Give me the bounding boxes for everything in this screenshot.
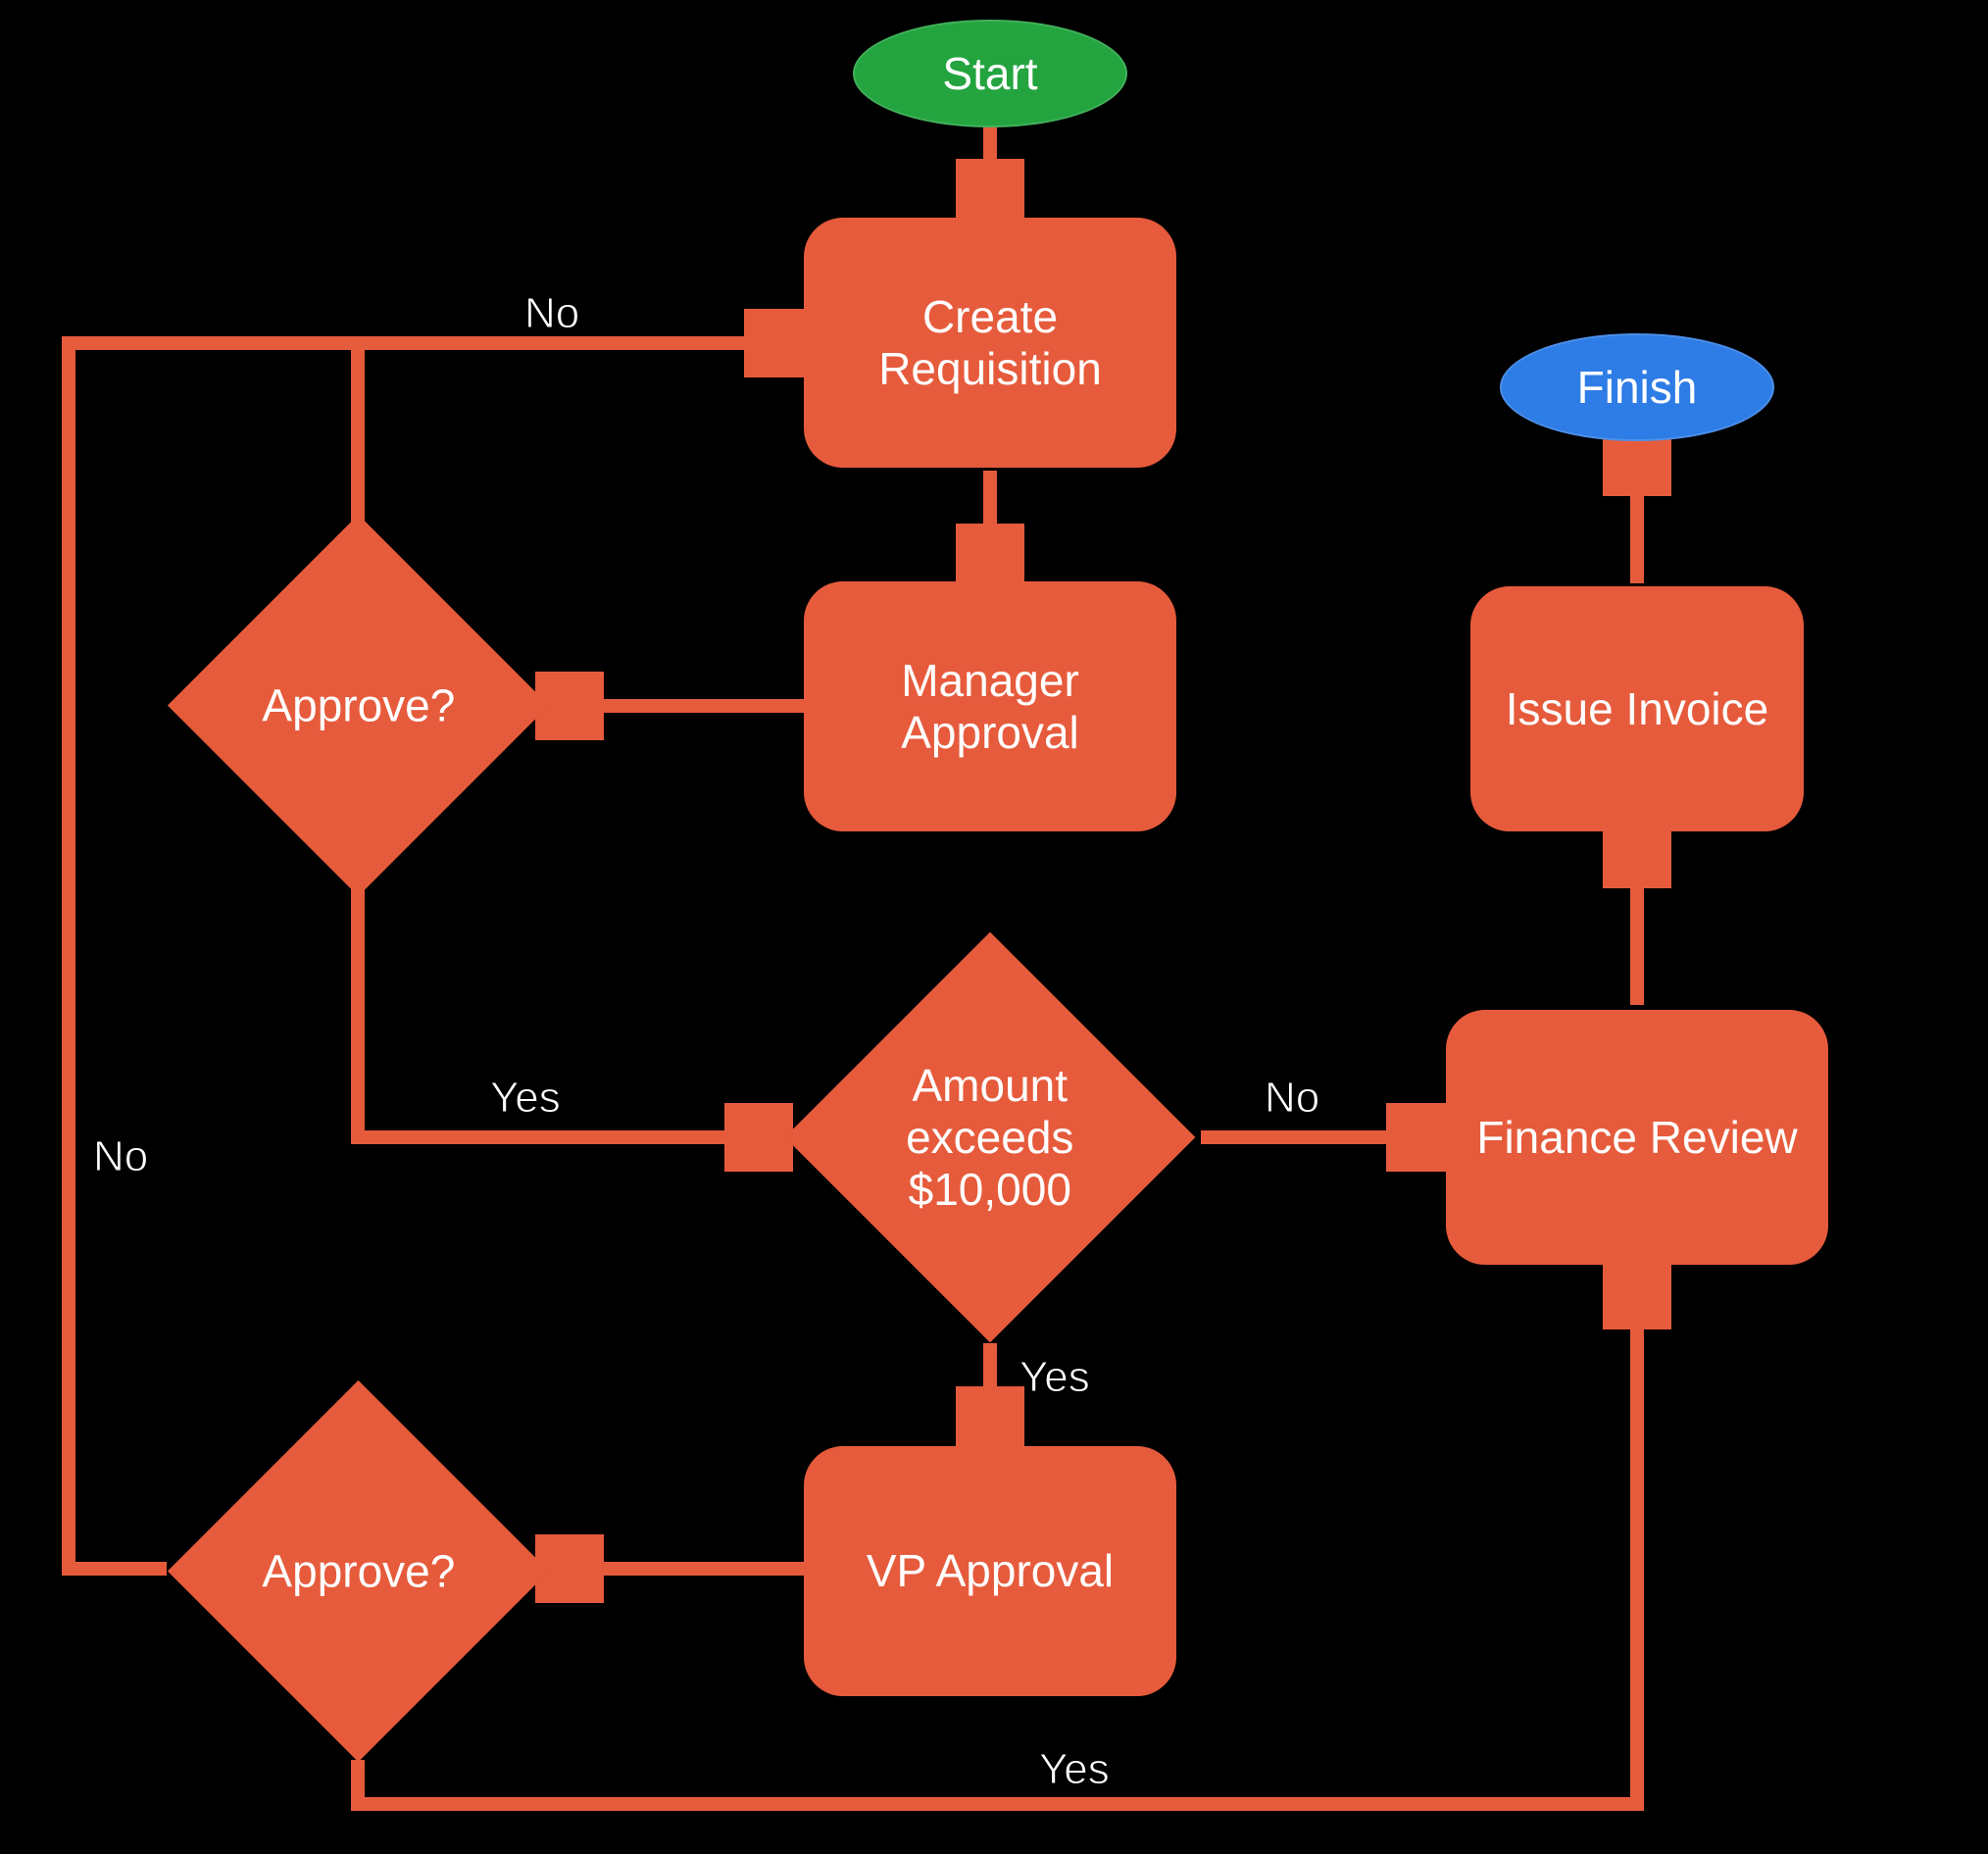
node-issue-invoice: Issue Invoice (1470, 586, 1804, 831)
label-approve1-no: No (524, 289, 579, 338)
node-finance-review-label: Finance Review (1457, 1112, 1816, 1164)
node-vp-approval: VP Approval (804, 1446, 1176, 1696)
node-manager-approval-label: Manager Approval (806, 655, 1174, 759)
node-finance-review: Finance Review (1446, 1010, 1828, 1265)
label-amount-yes: Yes (1019, 1353, 1090, 1402)
node-approve-2: Approve? (168, 1380, 549, 1762)
node-finish: Finish (1500, 333, 1774, 441)
node-approve-1: Approve? (168, 515, 549, 896)
node-create-requisition: Create Requisition (804, 218, 1176, 468)
node-manager-approval: Manager Approval (804, 581, 1176, 831)
node-finish-label: Finish (1558, 362, 1717, 414)
node-amount-exceeds: Amount exceeds $10,000 (785, 932, 1196, 1343)
edge-approve2-no (69, 343, 799, 1569)
label-approve2-yes: Yes (1039, 1745, 1110, 1794)
label-approve1-yes: Yes (490, 1074, 561, 1123)
flowchart-canvas: Start Create Requisition Manager Approva… (0, 0, 1988, 1854)
node-vp-approval-label: VP Approval (847, 1545, 1133, 1597)
node-approve-1-label: Approve? (231, 679, 486, 731)
node-amount-exceeds-label: Amount exceeds $10,000 (847, 1060, 1133, 1216)
edge-approve1-no (358, 343, 799, 549)
label-amount-no: No (1265, 1074, 1319, 1123)
label-approve2-no: No (93, 1132, 148, 1181)
node-start-label: Start (922, 48, 1057, 100)
node-create-requisition-label: Create Requisition (806, 291, 1174, 395)
edge-approve1-yes (358, 863, 779, 1137)
node-issue-invoice-label: Issue Invoice (1486, 683, 1788, 735)
node-approve-2-label: Approve? (231, 1545, 486, 1597)
node-start: Start (853, 20, 1127, 127)
